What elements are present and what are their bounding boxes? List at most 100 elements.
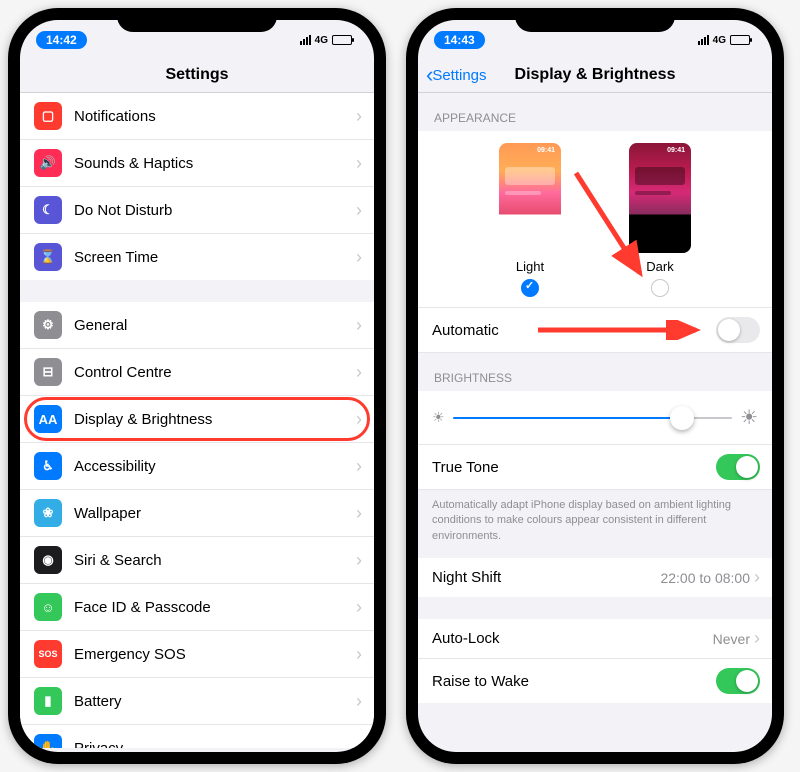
settings-row-wallpaper[interactable]: ❀Wallpaper› xyxy=(20,490,374,537)
person-icon: ♿︎ xyxy=(34,452,62,480)
settings-row-accessibility[interactable]: ♿︎ Accessibility › xyxy=(20,443,374,490)
preview-time: 09:41 xyxy=(537,147,555,154)
settings-row-do-not-disturb[interactable]: ☾ Do Not Disturb › xyxy=(20,187,374,234)
chevron-right-icon: › xyxy=(356,153,362,174)
settings-row-notifications[interactable]: ▢ Notifications › xyxy=(20,93,374,140)
true-tone-toggle[interactable] xyxy=(716,454,760,480)
night-shift-label: Night Shift xyxy=(432,569,501,586)
chevron-right-icon: › xyxy=(356,550,362,571)
speaker-icon: 🔊 xyxy=(34,149,62,177)
settings-row-battery[interactable]: ▮Battery› xyxy=(20,678,374,725)
bell-icon: ▢ xyxy=(34,102,62,130)
faceid-icon: ☺︎ xyxy=(34,593,62,621)
row-raise-to-wake: Raise to Wake xyxy=(418,659,772,703)
settings-row-label: Siri & Search xyxy=(74,552,162,569)
light-preview: 09:41 xyxy=(499,143,561,253)
raise-to-wake-toggle[interactable] xyxy=(716,668,760,694)
chevron-right-icon: › xyxy=(356,106,362,127)
settings-row-general[interactable]: ⚙ General › xyxy=(20,302,374,349)
settings-row-label: Wallpaper xyxy=(74,505,141,522)
sliders-icon: ⊟ xyxy=(34,358,62,386)
settings-row-control-centre[interactable]: ⊟ Control Centre › xyxy=(20,349,374,396)
night-shift-detail: 22:00 to 08:00 xyxy=(660,570,750,586)
row-automatic: Automatic xyxy=(418,308,772,353)
battery-icon: ▮ xyxy=(34,687,62,715)
settings-list-scroll[interactable]: ▢ Notifications › 🔊 Sounds & Haptics › ☾ Do Not… xyxy=(20,93,374,748)
signal-icon xyxy=(300,35,311,45)
back-button[interactable]: ‹ Settings xyxy=(426,64,487,86)
settings-row-face-id-passcode[interactable]: ☺︎Face ID & Passcode› xyxy=(20,584,374,631)
brightness-slider-row: ☀︎ ☀︎ xyxy=(418,391,772,445)
page-title: Settings xyxy=(165,66,228,83)
automatic-toggle[interactable] xyxy=(716,317,760,343)
network-label: 4G xyxy=(315,35,328,46)
hand-icon: ✋ xyxy=(34,734,62,748)
settings-row-label: Face ID & Passcode xyxy=(74,599,211,616)
notch xyxy=(515,8,675,32)
chevron-right-icon: › xyxy=(356,247,362,268)
status-time: 14:43 xyxy=(434,31,485,49)
chevron-right-icon: › xyxy=(754,567,760,588)
chevron-right-icon: › xyxy=(356,456,362,477)
chevron-right-icon: › xyxy=(356,503,362,524)
chevron-right-icon: › xyxy=(356,362,362,383)
sun-dim-icon: ☀︎ xyxy=(432,409,445,426)
appearance-option-light[interactable]: 09:41 Light xyxy=(485,143,575,297)
light-radio[interactable] xyxy=(521,279,539,297)
nav-header: Settings xyxy=(20,60,374,93)
back-label: Settings xyxy=(432,67,486,84)
dark-preview: 09:41 xyxy=(629,143,691,253)
brightness-slider[interactable] xyxy=(453,417,733,419)
network-label: 4G xyxy=(713,35,726,46)
text-size-icon: AA xyxy=(34,405,62,433)
screen-settings: 14:42 4G Settings ▢ Notifications › 🔊 Sounds… xyxy=(20,20,374,752)
settings-row-label: Do Not Disturb xyxy=(74,202,172,219)
chevron-right-icon: › xyxy=(356,315,362,336)
settings-row-label: Notifications xyxy=(74,108,156,125)
signal-icon xyxy=(698,35,709,45)
settings-row-label: General xyxy=(74,317,127,334)
settings-row-label: Emergency SOS xyxy=(74,646,186,663)
chevron-right-icon: › xyxy=(356,644,362,665)
row-night-shift[interactable]: Night Shift 22:00 to 08:00 › xyxy=(418,558,772,597)
row-auto-lock[interactable]: Auto-Lock Never › xyxy=(418,619,772,659)
appearance-section-header: APPEARANCE xyxy=(418,93,772,131)
phone-display-brightness: 14:43 4G ‹ Settings Display & Brightness… xyxy=(406,8,784,764)
chevron-right-icon: › xyxy=(356,738,362,749)
nav-header: ‹ Settings Display & Brightness xyxy=(418,60,772,93)
siri-icon: ◉ xyxy=(34,546,62,574)
settings-row-screen-time[interactable]: ⌛Screen Time› xyxy=(20,234,374,280)
settings-row-label: Display & Brightness xyxy=(74,411,212,428)
display-settings-scroll[interactable]: APPEARANCE 09:41 Light 09:41 Dark xyxy=(418,93,772,748)
settings-row-label: Screen Time xyxy=(74,249,158,266)
row-true-tone: True Tone xyxy=(418,445,772,490)
auto-lock-label: Auto-Lock xyxy=(432,630,500,647)
gear-icon: ⚙ xyxy=(34,311,62,339)
moon-icon: ☾ xyxy=(34,196,62,224)
status-indicators: 4G xyxy=(698,35,750,46)
auto-lock-detail: Never xyxy=(713,631,750,647)
settings-row-privacy[interactable]: ✋Privacy› xyxy=(20,725,374,748)
battery-icon xyxy=(332,35,352,45)
dark-radio[interactable] xyxy=(651,279,669,297)
true-tone-footnote: Automatically adapt iPhone display based… xyxy=(418,490,772,558)
settings-row-label: Sounds & Haptics xyxy=(74,155,193,172)
chevron-right-icon: › xyxy=(754,628,760,649)
settings-row-display-brightness[interactable]: AADisplay & Brightness› xyxy=(20,396,374,443)
status-time: 14:42 xyxy=(36,31,87,49)
settings-row-label: Control Centre xyxy=(74,364,172,381)
settings-row-emergency-sos[interactable]: SOS Emergency SOS › xyxy=(20,631,374,678)
light-label: Light xyxy=(485,259,575,274)
screen-display-brightness: 14:43 4G ‹ Settings Display & Brightness… xyxy=(418,20,772,752)
true-tone-label: True Tone xyxy=(432,459,499,476)
battery-icon xyxy=(730,35,750,45)
appearance-option-dark[interactable]: 09:41 Dark xyxy=(615,143,705,297)
settings-row-label: Accessibility xyxy=(74,458,156,475)
sos-icon: SOS xyxy=(34,640,62,668)
raise-to-wake-label: Raise to Wake xyxy=(432,673,529,690)
chevron-right-icon: › xyxy=(356,200,362,221)
settings-row-siri-search[interactable]: ◉ Siri & Search › xyxy=(20,537,374,584)
settings-row-sounds-haptics[interactable]: 🔊 Sounds & Haptics › xyxy=(20,140,374,187)
preview-time: 09:41 xyxy=(667,147,685,154)
appearance-picker: 09:41 Light 09:41 Dark xyxy=(418,131,772,308)
